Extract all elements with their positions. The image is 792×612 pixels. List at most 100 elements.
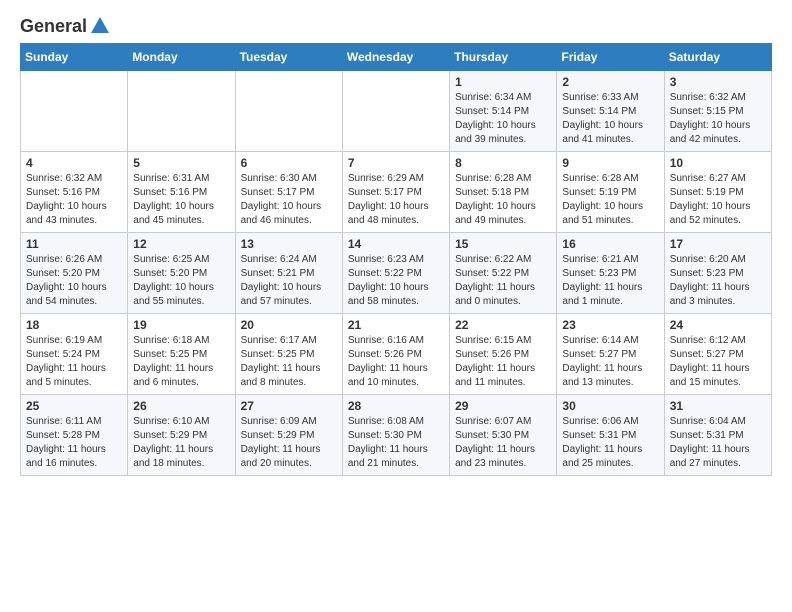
calendar-week-5: 25 Sunrise: 6:11 AMSunset: 5:28 PMDayligh… <box>21 395 772 476</box>
day-info: Sunrise: 6:22 AMSunset: 5:22 PMDaylight:… <box>455 253 551 309</box>
day-info: Sunrise: 6:12 AMSunset: 5:27 PMDaylight:… <box>670 334 766 390</box>
calendar-cell: 30 Sunrise: 6:06 AMSunset: 5:31 PMDayligh… <box>557 395 664 476</box>
day-number: 12 <box>133 237 229 251</box>
day-info: Sunrise: 6:07 AMSunset: 5:30 PMDaylight:… <box>455 415 551 471</box>
calendar-cell: 3 Sunrise: 6:32 AMSunset: 5:15 PMDaylight… <box>664 71 771 152</box>
day-info: Sunrise: 6:24 AMSunset: 5:21 PMDaylight:… <box>241 253 337 309</box>
calendar-cell <box>128 71 235 152</box>
calendar-header-saturday: Saturday <box>664 44 771 71</box>
calendar-body: 1 Sunrise: 6:34 AMSunset: 5:14 PMDaylight… <box>21 71 772 476</box>
calendar-cell: 4 Sunrise: 6:32 AMSunset: 5:16 PMDaylight… <box>21 152 128 233</box>
day-info: Sunrise: 6:17 AMSunset: 5:25 PMDaylight:… <box>241 334 337 390</box>
day-info: Sunrise: 6:21 AMSunset: 5:23 PMDaylight:… <box>562 253 658 309</box>
calendar-cell: 9 Sunrise: 6:28 AMSunset: 5:19 PMDaylight… <box>557 152 664 233</box>
day-number: 8 <box>455 156 551 170</box>
calendar-cell: 8 Sunrise: 6:28 AMSunset: 5:18 PMDaylight… <box>450 152 557 233</box>
day-info: Sunrise: 6:27 AMSunset: 5:19 PMDaylight:… <box>670 172 766 228</box>
logo-general: General <box>20 16 87 37</box>
day-number: 3 <box>670 75 766 89</box>
calendar-cell: 21 Sunrise: 6:16 AMSunset: 5:26 PMDayligh… <box>342 314 449 395</box>
day-number: 15 <box>455 237 551 251</box>
calendar-cell: 15 Sunrise: 6:22 AMSunset: 5:22 PMDayligh… <box>450 233 557 314</box>
calendar-cell: 26 Sunrise: 6:10 AMSunset: 5:29 PMDayligh… <box>128 395 235 476</box>
day-number: 7 <box>348 156 444 170</box>
day-number: 25 <box>26 399 122 413</box>
day-number: 9 <box>562 156 658 170</box>
day-info: Sunrise: 6:08 AMSunset: 5:30 PMDaylight:… <box>348 415 444 471</box>
calendar-cell: 6Sunrise: 6:30 AMSunset: 5:17 PMDaylight… <box>235 152 342 233</box>
day-number: 21 <box>348 318 444 332</box>
logo: General <box>20 16 111 33</box>
day-info: Sunrise: 6:28 AMSunset: 5:19 PMDaylight:… <box>562 172 658 228</box>
calendar-cell: 1 Sunrise: 6:34 AMSunset: 5:14 PMDaylight… <box>450 71 557 152</box>
day-number: 5 <box>133 156 229 170</box>
day-info: Sunrise: 6:04 AMSunset: 5:31 PMDaylight:… <box>670 415 766 471</box>
calendar-table: SundayMondayTuesdayWednesdayThursdayFrid… <box>20 43 772 476</box>
day-number: 11 <box>26 237 122 251</box>
day-number: 31 <box>670 399 766 413</box>
calendar-cell <box>342 71 449 152</box>
day-info: Sunrise: 6:32 AMSunset: 5:16 PMDaylight:… <box>26 172 122 228</box>
day-info: Sunrise: 6:10 AMSunset: 5:29 PMDaylight:… <box>133 415 229 471</box>
day-number: 26 <box>133 399 229 413</box>
calendar-header-monday: Monday <box>128 44 235 71</box>
calendar-cell: 13Sunrise: 6:24 AMSunset: 5:21 PMDayligh… <box>235 233 342 314</box>
calendar-cell: 24 Sunrise: 6:12 AMSunset: 5:27 PMDayligh… <box>664 314 771 395</box>
calendar-week-1: 1 Sunrise: 6:34 AMSunset: 5:14 PMDaylight… <box>21 71 772 152</box>
day-info: Sunrise: 6:33 AMSunset: 5:14 PMDaylight:… <box>562 91 658 147</box>
day-info: Sunrise: 6:29 AMSunset: 5:17 PMDaylight:… <box>348 172 444 228</box>
calendar-header-wednesday: Wednesday <box>342 44 449 71</box>
header: General <box>20 16 772 33</box>
day-info: Sunrise: 6:31 AMSunset: 5:16 PMDaylight:… <box>133 172 229 228</box>
calendar-cell: 20 Sunrise: 6:17 AMSunset: 5:25 PMDayligh… <box>235 314 342 395</box>
calendar-week-2: 4 Sunrise: 6:32 AMSunset: 5:16 PMDaylight… <box>21 152 772 233</box>
day-info: Sunrise: 6:23 AMSunset: 5:22 PMDaylight:… <box>348 253 444 309</box>
calendar-header-row: SundayMondayTuesdayWednesdayThursdayFrid… <box>21 44 772 71</box>
calendar-cell: 22Sunrise: 6:15 AMSunset: 5:26 PMDayligh… <box>450 314 557 395</box>
day-number: 6 <box>241 156 337 170</box>
calendar-week-4: 18Sunrise: 6:19 AMSunset: 5:24 PMDayligh… <box>21 314 772 395</box>
calendar-cell: 10Sunrise: 6:27 AMSunset: 5:19 PMDayligh… <box>664 152 771 233</box>
day-info: Sunrise: 6:06 AMSunset: 5:31 PMDaylight:… <box>562 415 658 471</box>
calendar-cell: 18Sunrise: 6:19 AMSunset: 5:24 PMDayligh… <box>21 314 128 395</box>
day-number: 27 <box>241 399 337 413</box>
calendar-header-tuesday: Tuesday <box>235 44 342 71</box>
day-number: 22 <box>455 318 551 332</box>
day-info: Sunrise: 6:28 AMSunset: 5:18 PMDaylight:… <box>455 172 551 228</box>
calendar-cell: 19Sunrise: 6:18 AMSunset: 5:25 PMDayligh… <box>128 314 235 395</box>
calendar-cell: 23 Sunrise: 6:14 AMSunset: 5:27 PMDayligh… <box>557 314 664 395</box>
day-info: Sunrise: 6:34 AMSunset: 5:14 PMDaylight:… <box>455 91 551 147</box>
calendar-header-sunday: Sunday <box>21 44 128 71</box>
calendar-cell: 11 Sunrise: 6:26 AMSunset: 5:20 PMDayligh… <box>21 233 128 314</box>
day-number: 17 <box>670 237 766 251</box>
calendar-week-3: 11 Sunrise: 6:26 AMSunset: 5:20 PMDayligh… <box>21 233 772 314</box>
calendar-cell: 5 Sunrise: 6:31 AMSunset: 5:16 PMDaylight… <box>128 152 235 233</box>
day-info: Sunrise: 6:14 AMSunset: 5:27 PMDaylight:… <box>562 334 658 390</box>
calendar-cell: 17 Sunrise: 6:20 AMSunset: 5:23 PMDayligh… <box>664 233 771 314</box>
calendar-cell: 7 Sunrise: 6:29 AMSunset: 5:17 PMDaylight… <box>342 152 449 233</box>
day-number: 1 <box>455 75 551 89</box>
day-number: 19 <box>133 318 229 332</box>
calendar-cell: 28 Sunrise: 6:08 AMSunset: 5:30 PMDayligh… <box>342 395 449 476</box>
day-number: 24 <box>670 318 766 332</box>
day-info: Sunrise: 6:26 AMSunset: 5:20 PMDaylight:… <box>26 253 122 309</box>
day-number: 28 <box>348 399 444 413</box>
calendar-cell <box>21 71 128 152</box>
calendar-cell: 2 Sunrise: 6:33 AMSunset: 5:14 PMDaylight… <box>557 71 664 152</box>
day-info: Sunrise: 6:16 AMSunset: 5:26 PMDaylight:… <box>348 334 444 390</box>
calendar-cell: 29Sunrise: 6:07 AMSunset: 5:30 PMDayligh… <box>450 395 557 476</box>
day-number: 30 <box>562 399 658 413</box>
calendar-header-thursday: Thursday <box>450 44 557 71</box>
calendar-cell: 16 Sunrise: 6:21 AMSunset: 5:23 PMDayligh… <box>557 233 664 314</box>
calendar-cell: 27Sunrise: 6:09 AMSunset: 5:29 PMDayligh… <box>235 395 342 476</box>
day-number: 14 <box>348 237 444 251</box>
day-number: 2 <box>562 75 658 89</box>
day-info: Sunrise: 6:20 AMSunset: 5:23 PMDaylight:… <box>670 253 766 309</box>
day-number: 16 <box>562 237 658 251</box>
day-number: 4 <box>26 156 122 170</box>
day-info: Sunrise: 6:32 AMSunset: 5:15 PMDaylight:… <box>670 91 766 147</box>
calendar-cell: 12Sunrise: 6:25 AMSunset: 5:20 PMDayligh… <box>128 233 235 314</box>
day-number: 23 <box>562 318 658 332</box>
day-number: 20 <box>241 318 337 332</box>
day-info: Sunrise: 6:11 AMSunset: 5:28 PMDaylight:… <box>26 415 122 471</box>
